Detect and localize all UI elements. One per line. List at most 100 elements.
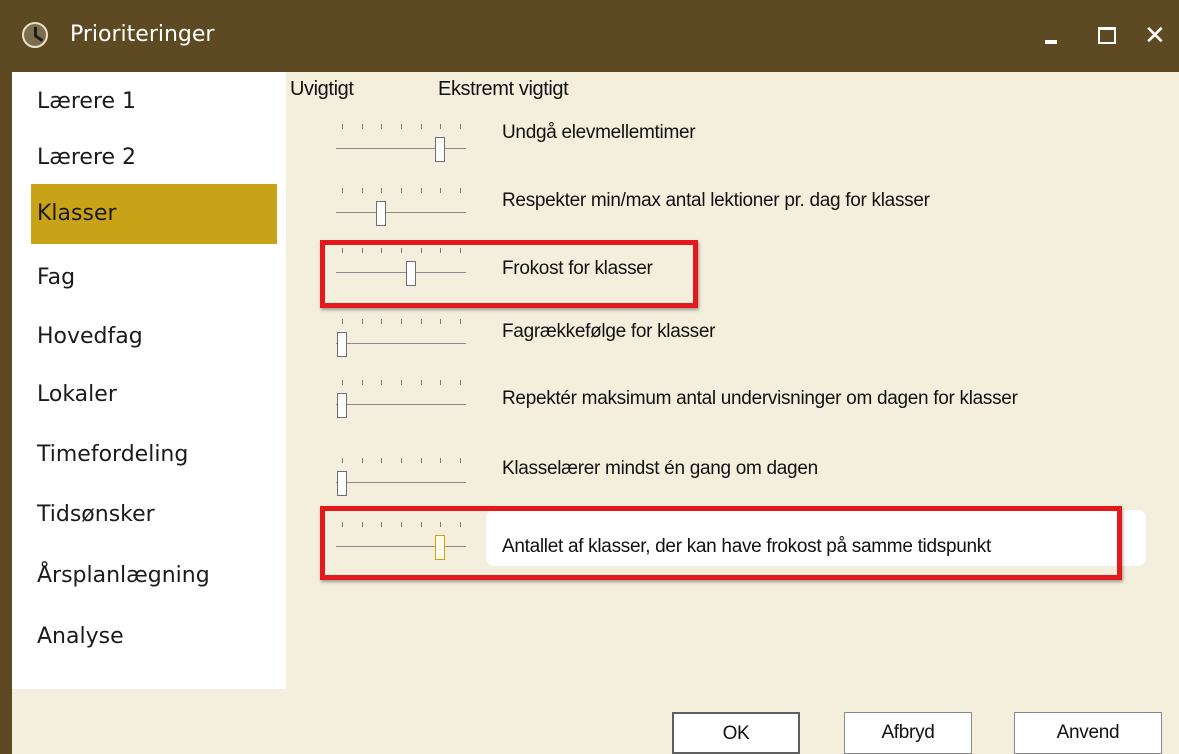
- slider-ticks: [342, 188, 461, 194]
- priority-slider[interactable]: [336, 184, 466, 232]
- slider-tick: [460, 188, 461, 193]
- slider-tick: [361, 248, 363, 253]
- slider-tick: [401, 522, 402, 527]
- priority-label: Fagrækkefølge for klasser: [502, 321, 716, 342]
- slider-tick: [381, 124, 383, 129]
- priority-slider[interactable]: [336, 376, 466, 424]
- slider-tick: [440, 248, 442, 253]
- slider-tick: [420, 458, 422, 463]
- priority-slider[interactable]: [336, 244, 466, 292]
- sidebar-item-timefordeling[interactable]: Timefordeling: [31, 425, 277, 485]
- priority-label: Respekter min/max antal lektioner pr. da…: [502, 190, 930, 211]
- slider-tick: [342, 188, 343, 193]
- slider-tick: [342, 319, 343, 324]
- priority-label: Frokost for klasser: [502, 258, 653, 279]
- slider-track: [336, 272, 466, 273]
- slider-thumb[interactable]: [435, 137, 446, 162]
- slider-tick: [342, 458, 343, 463]
- scale-low-label: Uvigtigt: [290, 78, 354, 100]
- slider-tick: [440, 188, 442, 193]
- window-title: Prioriteringer: [70, 22, 215, 47]
- slider-tick: [460, 522, 461, 527]
- sidebar-item-fag[interactable]: Fag: [31, 248, 277, 308]
- slider-thumb[interactable]: [405, 261, 416, 286]
- slider-tick: [420, 188, 422, 193]
- slider-tick: [361, 380, 363, 385]
- slider-tick: [440, 124, 442, 129]
- window-frame: [0, 72, 12, 754]
- slider-ticks: [342, 458, 461, 464]
- slider-thumb[interactable]: [337, 332, 347, 357]
- slider-tick: [420, 319, 422, 324]
- priority-slider[interactable]: [336, 454, 466, 502]
- ok-button[interactable]: OK: [672, 712, 800, 754]
- slider-tick: [440, 458, 442, 463]
- slider-track: [336, 546, 466, 547]
- category-sidebar: Lærere 1 Lærere 2 Klasser Fag Hovedfag L…: [12, 72, 286, 689]
- slider-tick: [401, 319, 402, 324]
- priority-slider[interactable]: [336, 120, 466, 168]
- sidebar-item-tidsonsker[interactable]: Tidsønsker: [31, 485, 277, 545]
- slider-tick: [420, 380, 422, 385]
- slider-tick: [342, 248, 343, 253]
- slider-tick: [361, 188, 363, 193]
- minimize-button[interactable]: [1030, 14, 1074, 58]
- sidebar-item-arsplanlaegning[interactable]: Årsplanlægning: [31, 546, 277, 606]
- slider-ticks: [342, 522, 461, 528]
- sidebar-item-analyse[interactable]: Analyse: [31, 607, 277, 667]
- sidebar-item-laerere-2[interactable]: Lærere 2: [31, 128, 277, 188]
- priority-slider[interactable]: [336, 518, 466, 566]
- slider-tick: [381, 248, 383, 253]
- slider-tick: [460, 380, 461, 385]
- slider-tick: [381, 188, 383, 193]
- window-titlebar[interactable]: Prioriteringer ✕: [0, 0, 1179, 72]
- slider-tick: [401, 124, 402, 129]
- slider-tick: [381, 319, 383, 324]
- apply-button[interactable]: Anvend: [1014, 712, 1162, 754]
- maximize-button[interactable]: [1085, 14, 1129, 58]
- slider-tick: [460, 124, 461, 129]
- sidebar-item-klasser[interactable]: Klasser: [31, 184, 277, 244]
- slider-tick: [342, 380, 343, 385]
- slider-tick: [460, 319, 461, 324]
- slider-tick: [420, 522, 422, 527]
- slider-tick: [420, 248, 422, 253]
- slider-tick: [381, 458, 383, 463]
- slider-tick: [401, 458, 402, 463]
- slider-track: [336, 148, 466, 149]
- slider-track: [336, 404, 466, 405]
- slider-tick: [361, 522, 363, 527]
- slider-tick: [440, 522, 442, 527]
- slider-tick: [342, 522, 343, 527]
- scale-high-label: Ekstremt vigtigt: [438, 78, 569, 100]
- slider-ticks: [342, 248, 461, 254]
- slider-tick: [460, 458, 461, 463]
- priorities-panel: Uvigtigt Ekstremt vigtigt Undgå elevmell…: [286, 72, 1179, 754]
- priority-label: Undgå elevmellemtimer: [502, 122, 696, 143]
- sidebar-item-hovedfag[interactable]: Hovedfag: [31, 307, 277, 367]
- slider-tick: [420, 124, 422, 129]
- slider-tick: [381, 380, 383, 385]
- sidebar-item-lokaler[interactable]: Lokaler: [31, 365, 277, 425]
- priority-label: Klasselærer mindst én gang om dagen: [502, 458, 818, 479]
- clock-app-icon: [22, 22, 48, 48]
- slider-thumb[interactable]: [337, 471, 347, 496]
- slider-tick: [401, 188, 402, 193]
- priority-label: Repektér maksimum antal undervisninger o…: [502, 388, 1018, 409]
- slider-tick: [460, 248, 461, 253]
- slider-tick: [361, 458, 363, 463]
- slider-tick: [342, 124, 343, 129]
- close-button[interactable]: ✕: [1138, 14, 1179, 58]
- slider-thumb[interactable]: [435, 535, 446, 560]
- priority-label: Antallet af klasser, der kan have frokos…: [502, 536, 991, 557]
- minimize-icon: [1045, 40, 1057, 44]
- sidebar-item-laerere-1[interactable]: Lærere 1: [31, 72, 277, 132]
- slider-thumb[interactable]: [337, 393, 347, 418]
- cancel-button[interactable]: Afbryd: [844, 712, 972, 754]
- slider-tick: [361, 124, 363, 129]
- maximize-icon: [1098, 27, 1116, 44]
- slider-ticks: [342, 124, 461, 130]
- slider-thumb[interactable]: [376, 201, 387, 226]
- slider-track: [336, 343, 466, 344]
- priority-slider[interactable]: [336, 315, 466, 363]
